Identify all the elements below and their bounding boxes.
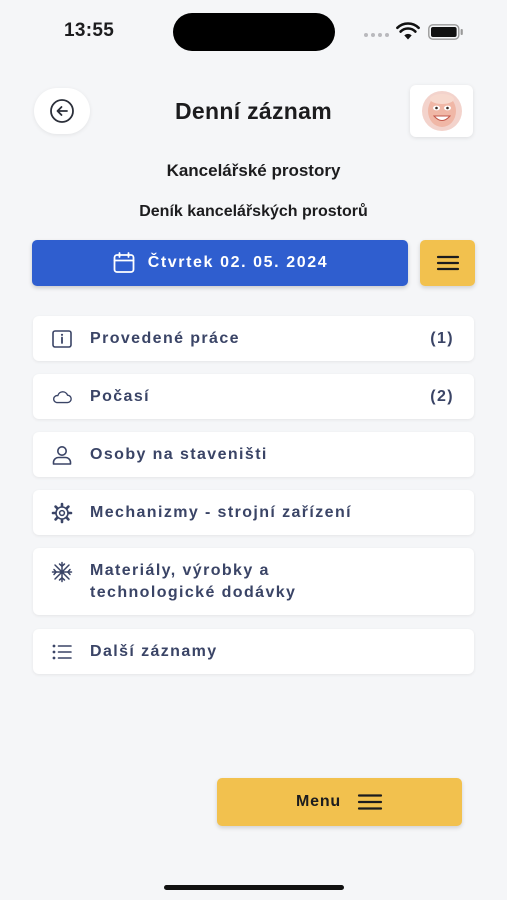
list-item-label-line1: Materiály, výrobky a: [90, 562, 270, 579]
cloud-icon: [51, 386, 73, 408]
list-item-pocasi[interactable]: Počasí (2): [33, 374, 474, 419]
list-item-label: Další záznamy: [90, 642, 218, 660]
list-item-provedene-prace[interactable]: Provedené práce (1): [33, 316, 474, 361]
list-item-label: Počasí: [90, 387, 150, 405]
person-icon: [51, 444, 73, 466]
gear-icon: [51, 502, 73, 524]
list-item-label: Osoby na staveništi: [90, 445, 268, 463]
options-menu-button[interactable]: [420, 240, 475, 286]
user-avatar-icon: [421, 91, 462, 131]
list-item-count: (1): [430, 329, 454, 347]
dynamic-island: [173, 13, 335, 51]
list-item-label: Materiály, výrobky a technologické dodáv…: [90, 560, 296, 604]
date-label: Čtvrtek 02. 05. 2024: [147, 254, 329, 271]
list-item-label: Mechanizmy - strojní zařízení: [90, 503, 352, 521]
calendar-icon: [113, 252, 135, 273]
menu-button[interactable]: Menu: [217, 778, 462, 826]
cellular-signal-icon: [364, 33, 389, 37]
info-icon: [51, 328, 73, 350]
wifi-icon: [396, 22, 420, 45]
list-item-mechanizmy[interactable]: Mechanizmy - strojní zařízení: [33, 490, 474, 535]
list-item-count: (2): [430, 387, 454, 405]
hamburger-icon: [436, 255, 459, 271]
materials-icon: [51, 561, 73, 583]
diary-name: Deník kancelářských prostorů: [139, 203, 368, 220]
hamburger-icon: [357, 794, 383, 810]
status-time: 13:55: [64, 20, 115, 41]
list-item-dalsi-zaznamy[interactable]: Další záznamy: [33, 629, 474, 674]
date-picker-button[interactable]: Čtvrtek 02. 05. 2024: [32, 240, 408, 286]
home-indicator[interactable]: [164, 885, 344, 890]
list-item-label-line2: technologické dodávky: [90, 584, 297, 601]
status-bar: 13:55: [0, 0, 507, 64]
list-item-materialy[interactable]: Materiály, výrobky a technologické dodáv…: [33, 548, 474, 615]
project-name: Kancelářské prostory: [166, 161, 341, 180]
list-icon: [51, 641, 73, 663]
menu-button-label: Menu: [296, 793, 341, 810]
list-item-label: Provedené práce: [90, 329, 240, 347]
battery-icon: [428, 24, 464, 40]
list-item-osoby[interactable]: Osoby na staveništi: [33, 432, 474, 477]
avatar[interactable]: [410, 85, 473, 137]
